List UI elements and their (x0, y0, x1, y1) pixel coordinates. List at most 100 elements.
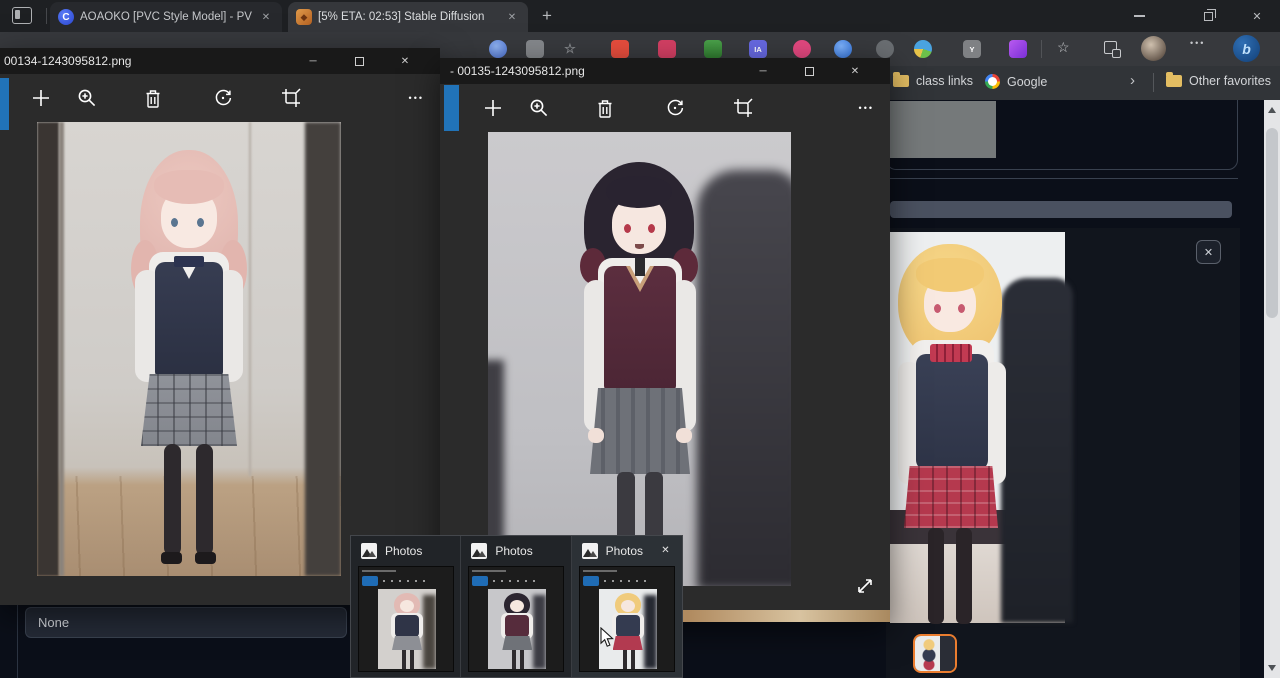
crop-icon[interactable] (732, 97, 754, 119)
fit-to-window-icon[interactable] (854, 575, 876, 602)
bow-tie (174, 256, 204, 267)
accent-strip (0, 78, 9, 130)
bookmark-folder-other-favorites[interactable]: Other favorites (1166, 74, 1271, 88)
tab-list-icon[interactable] (12, 7, 32, 24)
skirt-plaid (904, 466, 998, 528)
extension-icon-red[interactable] (611, 40, 629, 58)
photos-window-00134[interactable]: 00134-1243095812.png ─ ✕ ••• (0, 48, 440, 605)
shoe (195, 552, 216, 564)
mouth (635, 244, 644, 249)
extension-icon-green[interactable] (704, 40, 722, 58)
scrollbar-thumb[interactable] (1266, 128, 1278, 318)
tab-close-icon[interactable]: ✕ (258, 9, 274, 25)
delete-icon[interactable] (142, 87, 164, 109)
see-more-icon[interactable]: ••• (409, 93, 424, 103)
browser-more-menu-icon[interactable]: ••• (1190, 38, 1205, 48)
zoom-icon[interactable] (528, 97, 550, 119)
preview-close-icon[interactable]: ✕ (657, 542, 674, 559)
preview-label: Photos (606, 544, 643, 558)
extension-icon-star-outline[interactable]: ☆ (561, 40, 579, 58)
crop-icon[interactable] (280, 87, 302, 109)
lightbox-close-button[interactable]: ✕ (1196, 240, 1221, 264)
taskbar-preview-photos-3-hovered[interactable]: Photos ✕ (572, 536, 682, 677)
photo-00134-image[interactable] (37, 122, 341, 576)
scroll-up-arrow-icon[interactable] (1268, 107, 1276, 113)
favorites-star-icon[interactable]: ☆ (1057, 39, 1070, 56)
delete-icon[interactable] (594, 97, 616, 119)
window-title: 00134-1243095812.png (4, 54, 131, 68)
extension-icon-pink[interactable] (793, 40, 811, 58)
folder-icon (893, 75, 909, 87)
vest (155, 262, 223, 376)
see-more-icon[interactable]: ••• (859, 103, 874, 113)
bing-chat-icon[interactable]: b (1233, 35, 1260, 62)
maximize-button[interactable] (336, 48, 382, 74)
mini-title-bar (583, 570, 617, 572)
tab-separator (46, 8, 47, 24)
browser-minimize-button[interactable] (1116, 0, 1162, 32)
eye (171, 218, 178, 227)
generated-image-preview[interactable] (890, 232, 1065, 623)
browser-restore-button[interactable] (1185, 0, 1231, 32)
window-thumbnail[interactable] (579, 566, 675, 672)
suited-figure (1001, 278, 1073, 623)
taskbar-preview-photos-1[interactable]: Photos (351, 536, 461, 677)
photos-toolbar: ••• (440, 84, 890, 132)
sd-gray-box (890, 101, 996, 158)
bookmarks-overflow-chevron-icon[interactable]: › (1130, 72, 1135, 89)
extension-icon-blue[interactable] (489, 40, 507, 58)
bookmark-folder-class-links[interactable]: class links (893, 74, 973, 88)
eye (934, 304, 941, 313)
extension-icon-y[interactable]: Y (963, 40, 981, 58)
shoe (161, 552, 182, 564)
add-icon[interactable] (30, 87, 52, 109)
window-thumbnail[interactable] (358, 566, 454, 672)
browser-tab-bar: C AOAOKO [PVC Style Model] - PV ✕ ◆ [5% … (0, 0, 1280, 32)
minimize-button[interactable]: ─ (740, 58, 786, 84)
bookmark-google[interactable]: Google (985, 74, 1047, 89)
close-button[interactable]: ✕ (382, 48, 428, 74)
page-scrollbar[interactable] (1264, 100, 1280, 678)
taskbar-preview-photos-2[interactable]: Photos (461, 536, 571, 677)
close-button[interactable]: ✕ (832, 58, 878, 84)
mouse-cursor (600, 627, 616, 654)
civitai-favicon: C (58, 9, 74, 25)
mini-photo (488, 589, 546, 669)
gallery-thumbnail-selected[interactable] (913, 634, 957, 673)
maximize-button[interactable] (786, 58, 832, 84)
new-tab-button[interactable]: + (536, 5, 558, 27)
window-title-bar[interactable]: 00134-1243095812.png ─ ✕ (0, 48, 440, 74)
script-dropdown[interactable]: None (25, 607, 347, 638)
extension-icon-gray[interactable] (526, 40, 544, 58)
tab-close-icon[interactable]: ✕ (504, 9, 520, 25)
stable-diffusion-favicon: ◆ (296, 9, 312, 25)
zoom-icon[interactable] (76, 87, 98, 109)
blurred-figure (697, 170, 791, 586)
window-title-bar[interactable]: - 00135-1243095812.png ─ ✕ (440, 58, 890, 84)
extension-icon-gray-circle[interactable] (876, 40, 894, 58)
browser-tab-stable-diffusion-active[interactable]: ◆ [5% ETA: 02:53] Stable Diffusion ✕ (288, 2, 528, 32)
extension-icon-crimson[interactable] (658, 40, 676, 58)
desktop: ✕ None C AOAOKO [PVC Style Model] - PV ✕… (0, 0, 1280, 678)
collections-icon[interactable] (1104, 41, 1117, 54)
mini-toolbar (493, 580, 541, 582)
browser-close-button[interactable]: ✕ (1234, 0, 1280, 32)
rotate-icon[interactable] (664, 97, 686, 119)
bookmark-label: Other favorites (1189, 74, 1271, 88)
extension-icon-ia[interactable]: IA (749, 40, 767, 58)
sd-panel-divider (886, 178, 1238, 179)
browser-tab-civitai[interactable]: C AOAOKO [PVC Style Model] - PV ✕ (50, 2, 282, 32)
mini-accent-button (583, 576, 599, 586)
minimize-button[interactable]: ─ (290, 48, 336, 74)
extension-icon-purple[interactable] (1009, 40, 1027, 58)
window-thumbnail[interactable] (468, 566, 564, 672)
rotate-icon[interactable] (212, 87, 234, 109)
photo-00135-image[interactable] (488, 132, 791, 586)
scroll-down-arrow-icon[interactable] (1268, 665, 1276, 671)
extension-icon-globe[interactable] (914, 40, 932, 58)
door-frame (37, 122, 59, 576)
add-icon[interactable] (482, 97, 504, 119)
profile-avatar[interactable] (1141, 36, 1166, 61)
sd-panel-border (17, 602, 18, 678)
extension-icon-blue-circle[interactable] (834, 40, 852, 58)
